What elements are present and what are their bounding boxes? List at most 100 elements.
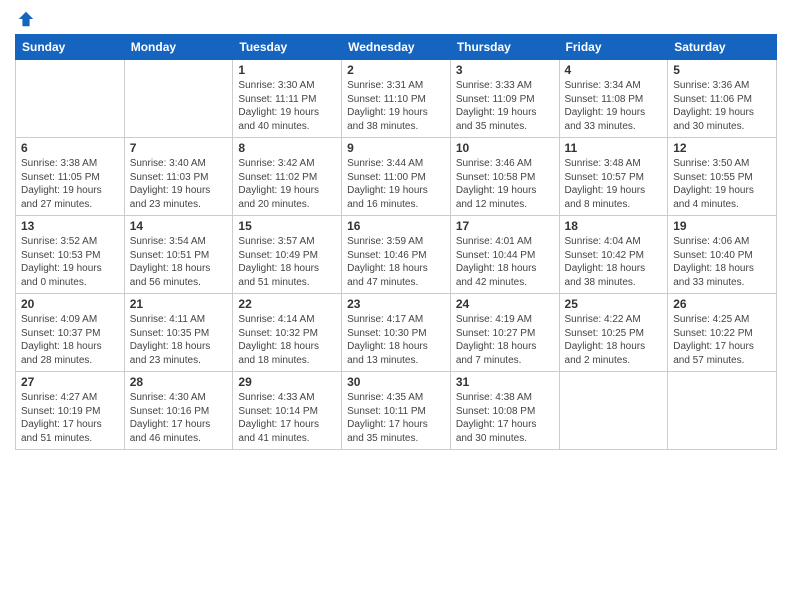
day-info: Sunrise: 3:40 AM Sunset: 11:03 PM Daylig… xyxy=(130,157,228,211)
calendar-cell: 24 Sunrise: 4:19 AM Sunset: 10:27 PM Dayl… xyxy=(450,294,559,372)
calendar-cell: 29 Sunrise: 4:33 AM Sunset: 10:14 PM Dayl… xyxy=(233,372,342,450)
calendar-cell: 5 Sunrise: 3:36 AM Sunset: 11:06 PM Dayli… xyxy=(668,60,777,138)
day-info: Sunrise: 4:35 AM Sunset: 10:11 PM Daylig… xyxy=(347,391,445,445)
day-info: Sunrise: 3:38 AM Sunset: 11:05 PM Daylig… xyxy=(21,157,119,211)
day-number: 13 xyxy=(21,219,119,233)
calendar-cell: 15 Sunrise: 3:57 AM Sunset: 10:49 PM Dayl… xyxy=(233,216,342,294)
logo-icon xyxy=(17,10,35,28)
day-number: 23 xyxy=(347,297,445,311)
day-number: 2 xyxy=(347,63,445,77)
day-info: Sunrise: 3:33 AM Sunset: 11:09 PM Daylig… xyxy=(456,79,554,133)
calendar-cell: 13 Sunrise: 3:52 AM Sunset: 10:53 PM Dayl… xyxy=(16,216,125,294)
calendar-cell: 9 Sunrise: 3:44 AM Sunset: 11:00 PM Dayli… xyxy=(342,138,451,216)
day-info: Sunrise: 4:01 AM Sunset: 10:44 PM Daylig… xyxy=(456,235,554,289)
day-number: 10 xyxy=(456,141,554,155)
day-info: Sunrise: 4:06 AM Sunset: 10:40 PM Daylig… xyxy=(673,235,771,289)
day-number: 26 xyxy=(673,297,771,311)
day-info: Sunrise: 3:34 AM Sunset: 11:08 PM Daylig… xyxy=(565,79,663,133)
day-info: Sunrise: 3:48 AM Sunset: 10:57 PM Daylig… xyxy=(565,157,663,211)
day-number: 30 xyxy=(347,375,445,389)
day-number: 19 xyxy=(673,219,771,233)
calendar-cell: 18 Sunrise: 4:04 AM Sunset: 10:42 PM Dayl… xyxy=(559,216,668,294)
calendar-cell: 12 Sunrise: 3:50 AM Sunset: 10:55 PM Dayl… xyxy=(668,138,777,216)
day-number: 1 xyxy=(238,63,336,77)
day-info: Sunrise: 3:59 AM Sunset: 10:46 PM Daylig… xyxy=(347,235,445,289)
calendar-cell: 7 Sunrise: 3:40 AM Sunset: 11:03 PM Dayli… xyxy=(124,138,233,216)
day-number: 8 xyxy=(238,141,336,155)
calendar-cell: 11 Sunrise: 3:48 AM Sunset: 10:57 PM Dayl… xyxy=(559,138,668,216)
day-info: Sunrise: 4:25 AM Sunset: 10:22 PM Daylig… xyxy=(673,313,771,367)
calendar-cell xyxy=(668,372,777,450)
calendar-cell: 21Sunrise: 4:11 AM Sunset: 10:35 PM Dayl… xyxy=(124,294,233,372)
calendar-cell: 16Sunrise: 3:59 AM Sunset: 10:46 PM Dayl… xyxy=(342,216,451,294)
day-number: 12 xyxy=(673,141,771,155)
calendar-cell: 2 Sunrise: 3:31 AM Sunset: 11:10 PM Dayli… xyxy=(342,60,451,138)
day-number: 29 xyxy=(238,375,336,389)
logo-text xyxy=(15,10,35,28)
day-info: Sunrise: 3:57 AM Sunset: 10:49 PM Daylig… xyxy=(238,235,336,289)
day-number: 17 xyxy=(456,219,554,233)
day-number: 6 xyxy=(21,141,119,155)
day-info: Sunrise: 4:17 AM Sunset: 10:30 PM Daylig… xyxy=(347,313,445,367)
day-info: Sunrise: 3:52 AM Sunset: 10:53 PM Daylig… xyxy=(21,235,119,289)
calendar-cell xyxy=(16,60,125,138)
day-number: 9 xyxy=(347,141,445,155)
day-info: Sunrise: 4:09 AM Sunset: 10:37 PM Daylig… xyxy=(21,313,119,367)
weekday-header: Thursday xyxy=(450,35,559,60)
day-info: Sunrise: 4:19 AM Sunset: 10:27 PM Daylig… xyxy=(456,313,554,367)
day-number: 28 xyxy=(130,375,228,389)
day-number: 3 xyxy=(456,63,554,77)
day-info: Sunrise: 4:30 AM Sunset: 10:16 PM Daylig… xyxy=(130,391,228,445)
day-number: 14 xyxy=(130,219,228,233)
calendar-cell: 26 Sunrise: 4:25 AM Sunset: 10:22 PM Dayl… xyxy=(668,294,777,372)
day-number: 24 xyxy=(456,297,554,311)
calendar-cell xyxy=(124,60,233,138)
day-number: 27 xyxy=(21,375,119,389)
calendar: SundayMondayTuesdayWednesdayThursdayFrid… xyxy=(15,34,777,450)
day-number: 11 xyxy=(565,141,663,155)
calendar-cell: 6 Sunrise: 3:38 AM Sunset: 11:05 PM Dayli… xyxy=(16,138,125,216)
day-info: Sunrise: 4:04 AM Sunset: 10:42 PM Daylig… xyxy=(565,235,663,289)
day-info: Sunrise: 4:11 AM Sunset: 10:35 PM Daylig… xyxy=(130,313,228,367)
day-info: Sunrise: 3:31 AM Sunset: 11:10 PM Daylig… xyxy=(347,79,445,133)
calendar-cell: 10 Sunrise: 3:46 AM Sunset: 10:58 PM Dayl… xyxy=(450,138,559,216)
calendar-cell: 19 Sunrise: 4:06 AM Sunset: 10:40 PM Dayl… xyxy=(668,216,777,294)
day-info: Sunrise: 3:54 AM Sunset: 10:51 PM Daylig… xyxy=(130,235,228,289)
day-number: 18 xyxy=(565,219,663,233)
day-info: Sunrise: 4:27 AM Sunset: 10:19 PM Daylig… xyxy=(21,391,119,445)
calendar-cell: 22Sunrise: 4:14 AM Sunset: 10:32 PM Dayl… xyxy=(233,294,342,372)
day-number: 7 xyxy=(130,141,228,155)
day-info: Sunrise: 3:50 AM Sunset: 10:55 PM Daylig… xyxy=(673,157,771,211)
day-info: Sunrise: 3:46 AM Sunset: 10:58 PM Daylig… xyxy=(456,157,554,211)
calendar-cell: 31Sunrise: 4:38 AM Sunset: 10:08 PM Dayl… xyxy=(450,372,559,450)
day-info: Sunrise: 4:22 AM Sunset: 10:25 PM Daylig… xyxy=(565,313,663,367)
calendar-cell: 4Sunrise: 3:34 AM Sunset: 11:08 PM Dayli… xyxy=(559,60,668,138)
day-info: Sunrise: 3:36 AM Sunset: 11:06 PM Daylig… xyxy=(673,79,771,133)
day-info: Sunrise: 4:14 AM Sunset: 10:32 PM Daylig… xyxy=(238,313,336,367)
calendar-cell: 14 Sunrise: 3:54 AM Sunset: 10:51 PM Dayl… xyxy=(124,216,233,294)
calendar-cell: 25Sunrise: 4:22 AM Sunset: 10:25 PM Dayl… xyxy=(559,294,668,372)
day-info: Sunrise: 3:44 AM Sunset: 11:00 PM Daylig… xyxy=(347,157,445,211)
calendar-cell: 1 Sunrise: 3:30 AM Sunset: 11:11 PM Dayli… xyxy=(233,60,342,138)
day-info: Sunrise: 3:30 AM Sunset: 11:11 PM Daylig… xyxy=(238,79,336,133)
day-number: 31 xyxy=(456,375,554,389)
weekday-header: Tuesday xyxy=(233,35,342,60)
calendar-cell: 8 Sunrise: 3:42 AM Sunset: 11:02 PM Dayli… xyxy=(233,138,342,216)
calendar-cell: 3 Sunrise: 3:33 AM Sunset: 11:09 PM Dayli… xyxy=(450,60,559,138)
logo xyxy=(15,10,35,28)
day-info: Sunrise: 3:42 AM Sunset: 11:02 PM Daylig… xyxy=(238,157,336,211)
weekday-header: Sunday xyxy=(16,35,125,60)
day-number: 20 xyxy=(21,297,119,311)
calendar-cell: 30 Sunrise: 4:35 AM Sunset: 10:11 PM Dayl… xyxy=(342,372,451,450)
header xyxy=(15,10,777,28)
weekday-header: Monday xyxy=(124,35,233,60)
calendar-cell: 17 Sunrise: 4:01 AM Sunset: 10:44 PM Dayl… xyxy=(450,216,559,294)
page: SundayMondayTuesdayWednesdayThursdayFrid… xyxy=(0,0,792,612)
calendar-cell xyxy=(559,372,668,450)
day-number: 15 xyxy=(238,219,336,233)
weekday-header: Wednesday xyxy=(342,35,451,60)
day-info: Sunrise: 4:33 AM Sunset: 10:14 PM Daylig… xyxy=(238,391,336,445)
day-number: 5 xyxy=(673,63,771,77)
calendar-cell: 28 Sunrise: 4:30 AM Sunset: 10:16 PM Dayl… xyxy=(124,372,233,450)
weekday-header: Saturday xyxy=(668,35,777,60)
